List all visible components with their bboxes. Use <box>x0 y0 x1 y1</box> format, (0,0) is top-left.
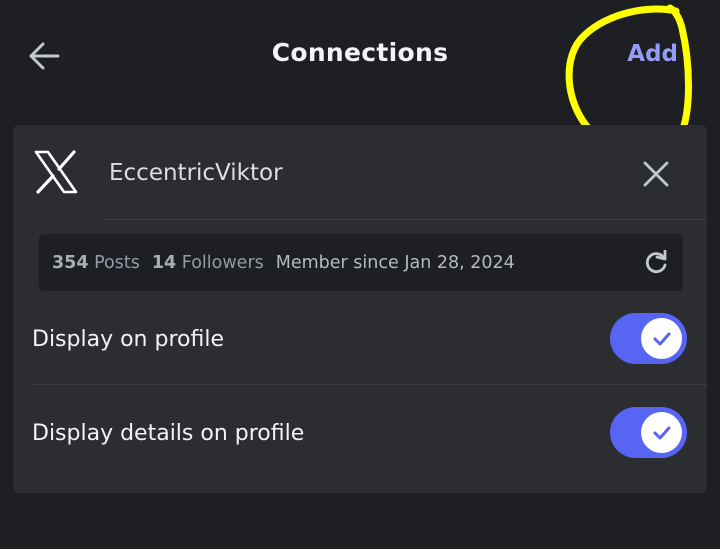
close-icon <box>643 161 669 187</box>
divider <box>32 384 707 385</box>
check-icon <box>653 332 670 345</box>
posts-count: 354 <box>52 253 89 273</box>
member-since: Member since Jan 28, 2024 <box>275 253 515 273</box>
remove-connection-button[interactable] <box>641 159 671 189</box>
add-connection-button[interactable]: Add <box>627 41 678 67</box>
check-icon <box>653 426 670 439</box>
page-title: Connections <box>271 38 449 67</box>
toggle-knob <box>641 412 682 453</box>
posts-label: Posts <box>94 253 140 273</box>
account-stats: 354 Posts 14 Followers Member since Jan 28… <box>52 253 515 273</box>
toggle-knob <box>641 318 682 359</box>
x-logo-icon <box>34 150 78 194</box>
connection-card: EccentricViktor 354 Posts 14 Followers Mem… <box>13 125 707 493</box>
followers-label: Followers <box>181 253 264 273</box>
refresh-icon[interactable] <box>643 250 669 276</box>
display-details-toggle[interactable] <box>610 407 687 458</box>
display-on-profile-row: Display on profile <box>13 293 707 387</box>
account-name: EccentricViktor <box>109 160 283 186</box>
display-on-profile-toggle[interactable] <box>610 313 687 364</box>
top-bar: Connections Add <box>0 0 720 110</box>
account-stats-box: 354 Posts 14 Followers Member since Jan 28… <box>39 234 683 291</box>
display-details-on-profile-row: Display details on profile <box>13 387 707 481</box>
divider <box>103 219 707 220</box>
toggle-label: Display details on profile <box>32 421 305 446</box>
account-row: EccentricViktor <box>13 125 707 219</box>
followers-count: 14 <box>151 253 177 273</box>
toggle-label: Display on profile <box>32 327 224 352</box>
